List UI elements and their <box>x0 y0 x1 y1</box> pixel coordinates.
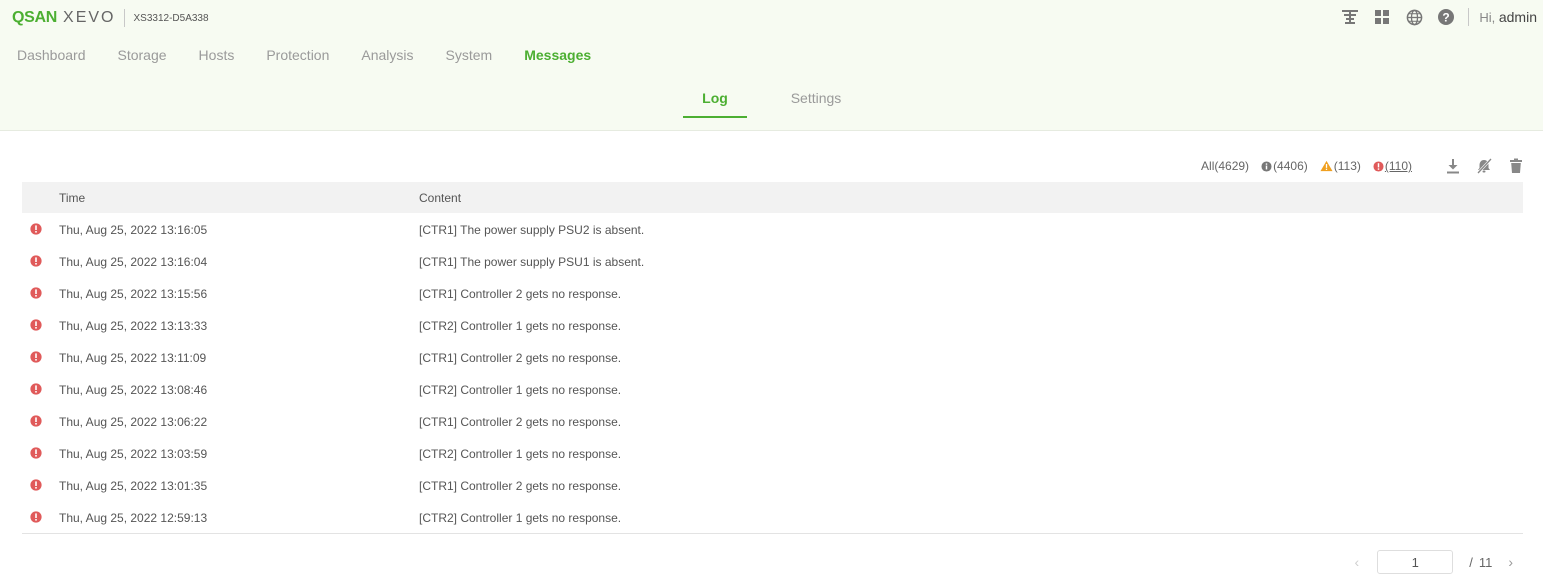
table-row[interactable]: Thu, Aug 25, 2022 13:03:59 [CTR2] Control… <box>22 437 1523 469</box>
row-content: [CTR1] Controller 2 gets no response. <box>419 479 622 493</box>
filter-all[interactable]: All(4629) <box>1201 159 1249 173</box>
nav-messages[interactable]: Messages <box>524 47 591 63</box>
error-icon <box>30 223 42 238</box>
row-time: Thu, Aug 25, 2022 13:06:22 <box>59 415 208 429</box>
table-body: Thu, Aug 25, 2022 13:16:05 [CTR1] The pow… <box>22 213 1523 533</box>
tab-log[interactable]: Log <box>683 90 747 118</box>
nav-hosts[interactable]: Hosts <box>199 47 235 63</box>
trash-icon <box>1510 158 1522 173</box>
nav-system[interactable]: System <box>446 47 493 63</box>
delete-button[interactable] <box>1509 158 1523 174</box>
row-content: [CTR1] Controller 2 gets no response. <box>419 287 622 301</box>
row-time: Thu, Aug 25, 2022 13:03:59 <box>59 447 208 461</box>
row-time: Thu, Aug 25, 2022 13:16:04 <box>59 255 208 269</box>
top-header: QSAN XEVO XS3312-D5A338 ? Hi, admin Dash… <box>0 0 1543 131</box>
filter-error[interactable]: (110) <box>1373 159 1412 173</box>
column-header-time[interactable]: Time <box>59 191 85 205</box>
table-row[interactable]: Thu, Aug 25, 2022 13:13:33 [CTR2] Control… <box>22 309 1523 341</box>
row-content: [CTR2] Controller 1 gets no response. <box>419 511 622 525</box>
row-content: [CTR1] Controller 2 gets no response. <box>419 351 622 365</box>
error-icon <box>30 351 42 366</box>
grid-icon[interactable] <box>1372 7 1392 27</box>
logo-xevo: XEVO <box>63 9 116 26</box>
error-icon <box>30 511 42 526</box>
row-time: Thu, Aug 25, 2022 13:13:33 <box>59 319 208 333</box>
row-time: Thu, Aug 25, 2022 13:16:05 <box>59 223 208 237</box>
mute-icon <box>1477 158 1492 174</box>
row-time: Thu, Aug 25, 2022 13:15:56 <box>59 287 208 301</box>
mute-button[interactable] <box>1476 158 1493 174</box>
error-icon <box>30 383 42 398</box>
nav-storage[interactable]: Storage <box>118 47 167 63</box>
error-icon <box>30 319 42 334</box>
error-icon <box>30 447 42 462</box>
row-time: Thu, Aug 25, 2022 12:59:13 <box>59 511 208 525</box>
row-time: Thu, Aug 25, 2022 13:08:46 <box>59 383 208 397</box>
user-greeting[interactable]: Hi, admin <box>1479 9 1537 25</box>
brand[interactable]: QSAN XEVO XS3312-D5A338 <box>12 8 209 28</box>
row-content: [CTR2] Controller 1 gets no response. <box>419 383 622 397</box>
logo-qsan: QSAN <box>12 9 58 26</box>
globe-icon[interactable] <box>1404 7 1424 27</box>
row-content: [CTR2] Controller 1 gets no response. <box>419 447 622 461</box>
page-separator: / <box>1469 554 1473 570</box>
total-pages: 11 <box>1478 554 1493 570</box>
table-row[interactable]: Thu, Aug 25, 2022 13:15:56 [CTR1] Control… <box>22 277 1523 309</box>
row-content: [CTR1] The power supply PSU2 is absent. <box>419 223 645 237</box>
info-icon <box>1261 160 1272 172</box>
table-row[interactable]: Thu, Aug 25, 2022 13:16:05 [CTR1] The pow… <box>22 213 1523 245</box>
page-number-input[interactable] <box>1377 550 1454 574</box>
table-row[interactable]: Thu, Aug 25, 2022 13:11:09 [CTR1] Control… <box>22 341 1523 373</box>
error-icon <box>1373 160 1384 172</box>
top-right-toolbar: ? Hi, admin <box>1328 6 1537 28</box>
table-row[interactable]: Thu, Aug 25, 2022 13:08:46 [CTR2] Control… <box>22 373 1523 405</box>
filter-warning[interactable]: (113) <box>1320 159 1361 173</box>
row-time: Thu, Aug 25, 2022 13:11:09 <box>59 351 207 365</box>
nav-dashboard[interactable]: Dashboard <box>17 47 86 63</box>
row-content: [CTR1] Controller 2 gets no response. <box>419 415 622 429</box>
device-model: XS3312-D5A338 <box>133 12 209 24</box>
table-row[interactable]: Thu, Aug 25, 2022 13:01:35 [CTR1] Control… <box>22 469 1523 501</box>
log-table: Time Content Thu, Aug 25, 2022 13:16:05 [… <box>22 182 1523 534</box>
nav-protection[interactable]: Protection <box>266 47 329 63</box>
error-icon <box>30 255 42 270</box>
row-content: [CTR1] The power supply PSU1 is absent. <box>419 255 645 269</box>
main-nav: Dashboard Storage Hosts Protection Analy… <box>17 47 623 63</box>
network-icon[interactable] <box>1340 7 1360 27</box>
count-info: (4406) <box>1273 159 1308 173</box>
log-filter-bar: All(4629) (4406) (113) (110) <box>1189 155 1523 177</box>
table-row[interactable]: Thu, Aug 25, 2022 13:16:04 [CTR1] The pow… <box>22 245 1523 277</box>
download-icon <box>1447 159 1459 174</box>
warning-icon <box>1320 160 1333 172</box>
pagination: ‹ / 11 › <box>1355 550 1513 574</box>
row-content: [CTR2] Controller 1 gets no response. <box>419 319 622 333</box>
username: admin <box>1498 9 1537 25</box>
greeting-prefix: Hi, <box>1479 10 1496 25</box>
nav-analysis[interactable]: Analysis <box>361 47 413 63</box>
download-button[interactable] <box>1446 158 1460 174</box>
error-icon <box>30 287 42 302</box>
error-icon <box>30 479 42 494</box>
table-row[interactable]: Thu, Aug 25, 2022 13:06:22 [CTR1] Control… <box>22 405 1523 437</box>
count-all: All(4629) <box>1201 159 1250 173</box>
help-icon[interactable]: ? <box>1436 7 1456 27</box>
svg-text:?: ? <box>1443 11 1450 25</box>
count-warning: (113) <box>1333 159 1361 173</box>
row-time: Thu, Aug 25, 2022 13:01:35 <box>59 479 208 493</box>
column-header-content: Content <box>419 191 462 205</box>
filter-info[interactable]: (4406) <box>1261 159 1308 173</box>
count-error: (110) <box>1384 159 1412 173</box>
brand-divider <box>123 9 125 27</box>
toolbar-divider <box>1468 8 1470 26</box>
error-icon <box>30 415 42 430</box>
table-bottom-border <box>22 533 1523 534</box>
table-header: Time Content <box>22 182 1523 213</box>
table-row[interactable]: Thu, Aug 25, 2022 12:59:13 [CTR2] Control… <box>22 501 1523 533</box>
tab-settings[interactable]: Settings <box>783 90 849 116</box>
